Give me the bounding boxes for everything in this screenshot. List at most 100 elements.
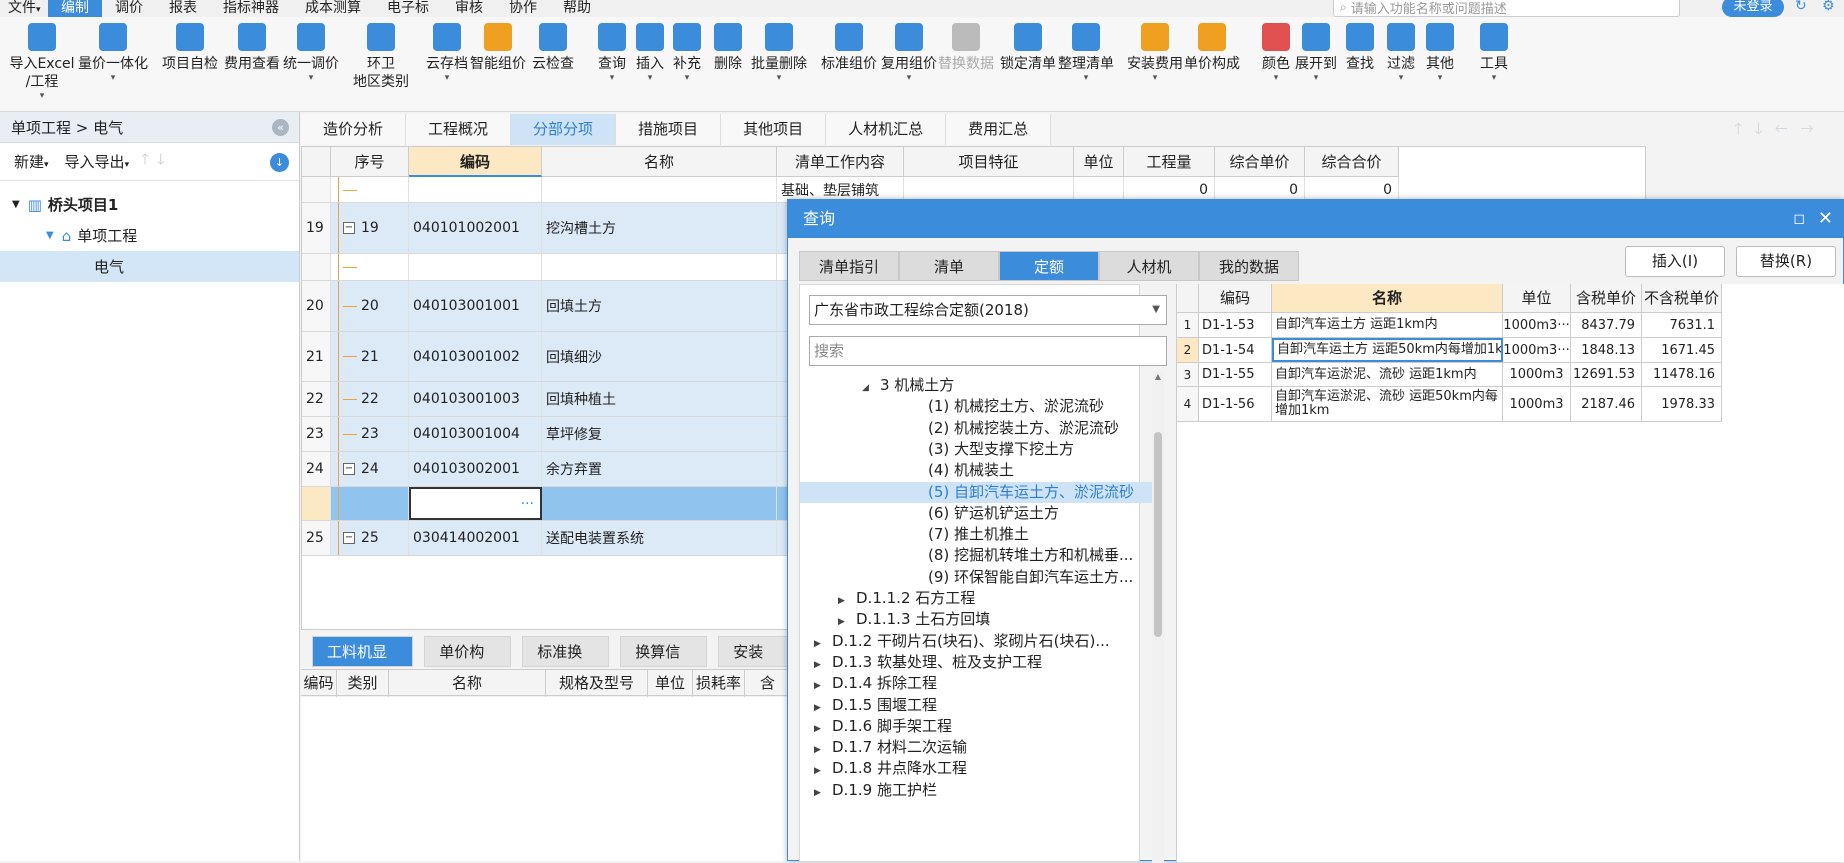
quota-tree-node[interactable]: ▶ D.1.5 围堰工程: [800, 695, 1152, 716]
result-row[interactable]: 2 D1-1-54 自卸汽车运土方 运距50km内每增加1km 1000m3··· 18…: [1177, 338, 1722, 363]
result-code[interactable]: D1-1-55: [1199, 363, 1272, 386]
quota-tree-node[interactable]: ▶ D.1.3 软基处理、桩及支护工程: [800, 652, 1152, 673]
grid-header-6[interactable]: 工程量: [1124, 147, 1215, 177]
detail-tab-0[interactable]: 工料机显示: [312, 635, 414, 692]
collapse-icon[interactable]: «: [272, 119, 289, 136]
results-header-4[interactable]: 不含税单价: [1642, 284, 1722, 313]
detail-tab-1[interactable]: 单价构成: [424, 635, 512, 692]
function-search-input[interactable]: ⌕ 请输入功能名称或问题描述: [1333, 0, 1680, 17]
tree-item-electrical[interactable]: 电气: [0, 251, 299, 282]
row-name[interactable]: 回填土方: [542, 281, 777, 331]
row-code[interactable]: 040103001001: [409, 281, 542, 331]
result-row[interactable]: 1 D1-1-53 自卸汽车运土方 运距1km内 1000m3··· 8437.79 76…: [1177, 313, 1722, 338]
menu-item-2[interactable]: 调价: [102, 0, 156, 17]
quota-tree-node[interactable]: (2) 机械挖装土方、淤泥流砂: [800, 418, 1152, 439]
main-tab-1[interactable]: 工程概况: [406, 114, 512, 145]
dropdown-arrow-icon[interactable]: ▾: [869, 73, 949, 83]
result-name[interactable]: 自卸汽车运土方 运距50km内每增加1km: [1272, 338, 1503, 362]
row-code[interactable]: 040101002001: [409, 203, 542, 253]
main-tab-3[interactable]: 措施项目: [616, 114, 722, 145]
result-name[interactable]: 自卸汽车运土方 运距1km内: [1272, 313, 1503, 337]
result-code[interactable]: D1-1-54: [1199, 338, 1272, 362]
download-icon[interactable]: ↓: [270, 153, 289, 172]
row-name[interactable]: 送配电装置系统: [542, 521, 777, 555]
results-header-0[interactable]: 编码: [1199, 284, 1272, 313]
login-button[interactable]: 未登录: [1722, 0, 1784, 17]
expand-arrow-icon[interactable]: ▼: [46, 230, 54, 241]
row-code[interactable]: 040103001002: [409, 332, 542, 381]
ribbon-button-0[interactable]: 导入Excel/工程 ▾: [2, 23, 82, 101]
new-button[interactable]: 新建▾: [14, 151, 49, 172]
quota-tree-node[interactable]: ▶ D.1.1.2 石方工程: [800, 588, 1152, 609]
detail-header-0[interactable]: 编码: [301, 670, 337, 697]
grid-header-4[interactable]: 项目特征: [904, 147, 1074, 177]
dropdown-arrow-icon[interactable]: ▾: [2, 91, 82, 101]
quota-tree-node[interactable]: ▶ D.1.8 井点降水工程: [800, 758, 1152, 779]
result-name[interactable]: 自卸汽车运淤泥、流砂 运距1km内: [1272, 363, 1503, 386]
quota-library-select[interactable]: 广东省市政工程综合定额(2018) ▼: [809, 295, 1167, 325]
replace-button[interactable]: 替换(R): [1736, 246, 1836, 277]
menu-item-5[interactable]: 成本测算: [292, 0, 374, 17]
row-name[interactable]: [542, 487, 777, 520]
quota-tree-node[interactable]: (5) 自卸汽车运土方、淤泥流砂: [800, 481, 1152, 503]
main-tab-6[interactable]: 费用汇总: [946, 114, 1052, 145]
detail-header-6[interactable]: 含: [745, 670, 791, 697]
quota-tree-node[interactable]: ▶ D.1.2 干砌片石(块石)、浆砌片石(块石)...: [800, 631, 1152, 652]
dropdown-arrow-icon[interactable]: ▾: [1276, 73, 1356, 83]
row-name[interactable]: [542, 177, 777, 202]
arrow-up-icon[interactable]: 🡑: [1734, 119, 1754, 138]
detail-tab-3[interactable]: 换算信息: [620, 635, 708, 692]
detail-tab-2[interactable]: 标准换算: [522, 635, 610, 692]
dropdown-arrow-icon[interactable]: ▾: [1454, 73, 1534, 83]
move-up-icon[interactable]: 🡑: [141, 149, 149, 174]
ribbon-button-1[interactable]: 量价一体化 ▾: [73, 23, 153, 83]
collapse-toggle-icon[interactable]: −: [343, 532, 355, 544]
maximize-icon[interactable]: ◻: [1793, 200, 1805, 238]
menu-item-3[interactable]: 报表: [156, 0, 210, 17]
menu-item-0[interactable]: 文件▾: [0, 0, 48, 17]
row-name[interactable]: 余方弃置: [542, 452, 777, 486]
result-name[interactable]: 自卸汽车运淤泥、流砂 运距50km内每增加1km: [1272, 387, 1503, 421]
detail-header-2[interactable]: 名称: [389, 670, 546, 697]
menu-item-4[interactable]: 指标神器: [210, 0, 292, 17]
insert-button[interactable]: 插入(I): [1625, 246, 1725, 277]
quota-tree-node[interactable]: (7) 推土机推土: [800, 524, 1152, 545]
dropdown-arrow-icon[interactable]: ▾: [271, 73, 351, 83]
quota-tree-node[interactable]: ▶ D.1.4 拆除工程: [800, 673, 1152, 694]
main-tab-4[interactable]: 其他项目: [721, 114, 827, 145]
grid-header-2[interactable]: 名称: [542, 147, 777, 177]
dropdown-arrow-icon[interactable]: ▾: [73, 73, 153, 83]
row-code[interactable]: [409, 177, 542, 202]
quota-tree-node[interactable]: ▶ D.1.9 施工护栏: [800, 780, 1152, 801]
ellipsis-button[interactable]: ···: [521, 496, 534, 512]
dialog-tab-0[interactable]: 清单指引: [799, 251, 899, 281]
main-tab-5[interactable]: 人材机汇总: [826, 114, 947, 145]
quota-tree-node[interactable]: (6) 铲运机铲运土方: [800, 503, 1152, 524]
dropdown-arrow-icon[interactable]: ▾: [647, 73, 727, 83]
dialog-tab-4[interactable]: 我的数据: [1199, 251, 1299, 281]
tree-item-single-project[interactable]: ▼ ⌂ 单项工程: [0, 220, 299, 251]
quota-tree-node[interactable]: ▶ D.1.6 脚手架工程: [800, 716, 1152, 737]
row-name[interactable]: 草坪修复: [542, 417, 777, 451]
row-name[interactable]: [542, 254, 777, 280]
result-code[interactable]: D1-1-53: [1199, 313, 1272, 337]
results-header-1[interactable]: 名称: [1272, 284, 1503, 313]
chevron-down-icon[interactable]: ▼: [1152, 296, 1160, 324]
ribbon-button-4[interactable]: 统一调价 ▾: [271, 23, 351, 83]
expand-arrow-icon[interactable]: ▶: [814, 783, 822, 804]
ribbon-button-26[interactable]: 工具 ▾: [1454, 23, 1534, 83]
result-code[interactable]: D1-1-56: [1199, 387, 1272, 421]
dialog-tab-3[interactable]: 人材机: [1099, 251, 1199, 281]
row-code[interactable]: 040103001003: [409, 382, 542, 416]
dropdown-arrow-icon[interactable]: ▾: [1046, 73, 1126, 83]
menu-item-8[interactable]: 协作: [496, 0, 550, 17]
results-header-3[interactable]: 含税单价: [1571, 284, 1642, 313]
dropdown-arrow-icon[interactable]: ▾: [407, 73, 487, 83]
detail-header-5[interactable]: 损耗率: [693, 670, 745, 697]
quota-tree-node[interactable]: ▶ D.1.1.3 土石方回填: [800, 609, 1152, 630]
scroll-up-icon[interactable]: ▲: [1152, 372, 1164, 381]
import-export-button[interactable]: 导入导出▾: [65, 151, 130, 172]
results-header-2[interactable]: 单位: [1503, 284, 1571, 313]
expand-arrow-icon[interactable]: ▼: [12, 199, 20, 210]
quota-search-input[interactable]: 搜索: [809, 336, 1167, 366]
